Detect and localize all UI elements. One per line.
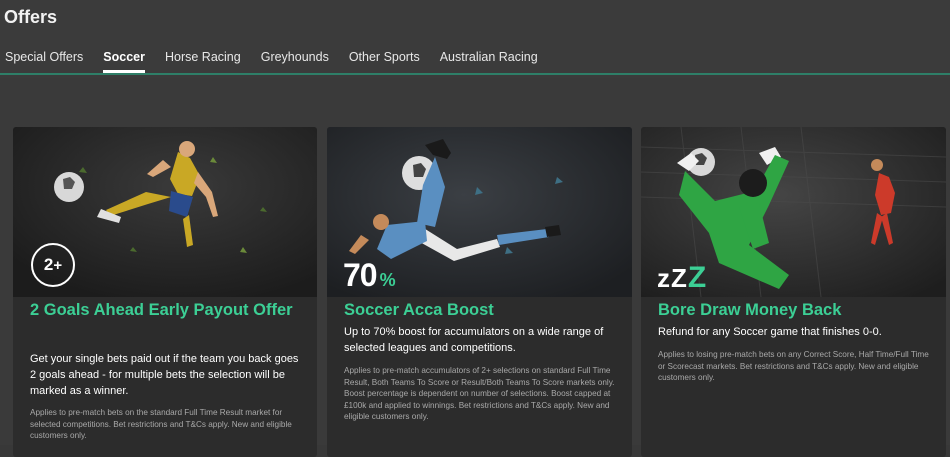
tab-soccer[interactable]: Soccer bbox=[103, 45, 145, 75]
offer-hero-image: zZZ bbox=[641, 127, 946, 297]
page-title: Offers bbox=[4, 7, 58, 27]
offer-card-2-goals-ahead[interactable]: 2 + 2 Goals Ahead Early Payout Offer Get … bbox=[13, 127, 317, 457]
offer-hero-image: 70% bbox=[327, 127, 632, 297]
offer-terms: Applies to pre-match bets on the standar… bbox=[30, 408, 292, 440]
offer-description: Up to 70% boost for accumulators on a wi… bbox=[344, 326, 604, 354]
offer-description: Refund for any Soccer game that finishes… bbox=[658, 326, 882, 338]
offer-hero-image: 2 + bbox=[13, 127, 317, 297]
tab-special-offers[interactable]: Special Offers bbox=[5, 45, 83, 75]
tab-other-sports[interactable]: Other Sports bbox=[349, 45, 420, 75]
tab-horse-racing[interactable]: Horse Racing bbox=[165, 45, 241, 75]
offer-title: Soccer Acca Boost bbox=[344, 301, 494, 319]
seventy-percent-badge: 70% bbox=[343, 257, 396, 293]
offer-category-tabs: Special Offers Soccer Horse Racing Greyh… bbox=[0, 45, 950, 75]
offer-title: 2 Goals Ahead Early Payout Offer bbox=[30, 301, 293, 319]
offer-card-acca-boost[interactable]: 70% Soccer Acca Boost Up to 70% boost fo… bbox=[327, 127, 632, 457]
offer-card-bore-draw[interactable]: zZZ Bore Draw Money Back Refund for any … bbox=[641, 127, 946, 457]
two-plus-badge: 2 + bbox=[31, 243, 75, 287]
offer-terms: Applies to pre-match accumulators of 2+ … bbox=[344, 366, 615, 421]
offer-title: Bore Draw Money Back bbox=[658, 301, 842, 319]
tab-australian-racing[interactable]: Australian Racing bbox=[440, 45, 538, 75]
offers-header: Offers Special Offers Soccer Horse Racin… bbox=[0, 0, 950, 78]
offer-terms: Applies to losing pre-match bets on any … bbox=[658, 350, 929, 382]
offer-description: Get your single bets paid out if the tea… bbox=[30, 353, 299, 397]
tab-divider bbox=[0, 73, 950, 75]
tab-greyhounds[interactable]: Greyhounds bbox=[261, 45, 329, 75]
zzz-badge: zZZ bbox=[657, 261, 708, 294]
